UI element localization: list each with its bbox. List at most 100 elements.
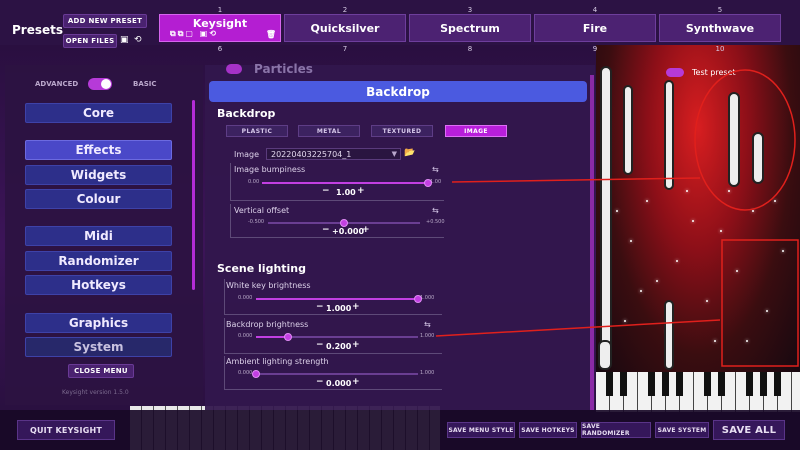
decrement-button[interactable]: −: [316, 377, 324, 387]
preset-name: Synthwave: [685, 21, 755, 35]
sparkle: [714, 340, 716, 342]
black-key: [718, 372, 725, 396]
preset-card-quicksilver[interactable]: Quicksilver: [284, 14, 406, 42]
tab-image[interactable]: IMAGE: [445, 125, 507, 137]
preset-number: 10: [715, 45, 725, 53]
menu-item-hotkeys[interactable]: Hotkeys: [25, 275, 172, 295]
add-new-preset-button[interactable]: ADD NEW PRESET: [63, 14, 147, 28]
ambient-label: Ambient lighting strength: [226, 357, 329, 366]
image-value: 20220403225704_1: [271, 149, 352, 159]
note-bar: [728, 92, 740, 187]
black-key: [648, 372, 655, 396]
test-preset-toggle[interactable]: [666, 68, 684, 77]
sparkle: [676, 260, 678, 262]
tab-metal[interactable]: METAL: [298, 125, 360, 137]
save-randomizer-button[interactable]: SAVE RANDOMIZER: [581, 422, 651, 438]
reset-icon[interactable]: ⇆: [432, 206, 439, 215]
white-key-value: 1.000: [326, 304, 352, 313]
ambient-knob[interactable]: [252, 370, 260, 378]
black-key: [704, 372, 711, 396]
basic-label: BASIC: [133, 80, 157, 88]
menu-item-system[interactable]: System: [25, 337, 172, 357]
trash-icon[interactable]: 🗑: [266, 30, 276, 39]
menu-item-widgets[interactable]: Widgets: [25, 165, 172, 185]
sparkle: [736, 270, 738, 272]
panel-scrollbar[interactable]: [590, 75, 594, 410]
white-key-label: White key brightness: [226, 281, 311, 290]
backdrop-section-header[interactable]: Backdrop: [209, 81, 587, 102]
save-icon[interactable]: ▣: [120, 35, 129, 45]
offset-max: +0.500: [426, 219, 445, 225]
note-bar: [600, 66, 612, 366]
refresh-icon[interactable]: ⟲: [134, 35, 142, 45]
offset-value: +0.000: [332, 227, 365, 236]
bumpiness-fill: [262, 182, 428, 184]
ambient-track[interactable]: [256, 373, 418, 375]
preset-card-spectrum[interactable]: Spectrum: [409, 14, 531, 42]
sparkle: [752, 210, 754, 212]
black-key: [746, 372, 753, 396]
menu-scrollbar[interactable]: [192, 100, 195, 290]
sparkle: [720, 230, 722, 232]
bumpiness-knob[interactable]: [424, 179, 432, 187]
preset-number: 6: [217, 45, 223, 53]
menu-item-core[interactable]: Core: [25, 103, 172, 123]
preset-number: 8: [467, 45, 473, 53]
decrement-button[interactable]: −: [316, 340, 324, 350]
ambient-min: 0.000: [238, 370, 253, 376]
preset-number: 9: [592, 45, 598, 53]
image-dropdown[interactable]: 20220403225704_1 ▼: [266, 148, 401, 160]
decrement-button[interactable]: −: [322, 186, 330, 196]
reset-icon[interactable]: ⇆: [424, 320, 431, 329]
advanced-basic-toggle[interactable]: [88, 78, 112, 90]
open-files-button[interactable]: OPEN FILES: [63, 34, 117, 48]
bumpiness-label: Image bumpiness: [234, 165, 306, 174]
menu-item-colour[interactable]: Colour: [25, 189, 172, 209]
decrement-button[interactable]: −: [316, 302, 324, 312]
increment-button[interactable]: +: [352, 340, 360, 350]
sparkle: [640, 290, 642, 292]
menu-item-graphics[interactable]: Graphics: [25, 313, 172, 333]
preset-name: Quicksilver: [310, 21, 380, 35]
sparkle: [692, 220, 694, 222]
black-key: [662, 372, 669, 396]
close-menu-button[interactable]: CLOSE MENU: [68, 364, 134, 378]
menu-item-midi[interactable]: Midi: [25, 226, 172, 246]
decrement-button[interactable]: −: [322, 225, 330, 235]
particles-section-header[interactable]: Particles: [210, 62, 590, 76]
preset-card-fire[interactable]: Fire: [534, 14, 656, 42]
offset-knob[interactable]: [340, 219, 348, 227]
increment-button[interactable]: +: [352, 377, 360, 387]
save-all-button[interactable]: SAVE ALL: [713, 420, 785, 440]
preset-name: Spectrum: [440, 21, 500, 35]
sparkle: [774, 200, 776, 202]
increment-button[interactable]: +: [352, 302, 360, 312]
tab-plastic[interactable]: PLASTIC: [226, 125, 288, 137]
ambient-max: 1.000: [420, 370, 435, 376]
preset-name: Fire: [582, 21, 608, 35]
white-key-max: 1.000: [420, 295, 435, 301]
preset-action-icons[interactable]: ⧉⧉▢ ▣⟲: [170, 29, 218, 39]
preset-card-keysight[interactable]: Keysight ⧉⧉▢ ▣⟲ 🗑: [159, 14, 281, 42]
tab-textured[interactable]: TEXTURED: [371, 125, 433, 137]
menu-item-randomizer[interactable]: Randomizer: [25, 251, 172, 271]
white-key-knob[interactable]: [414, 295, 422, 303]
folder-icon[interactable]: 📂: [404, 148, 415, 158]
save-hotkeys-button[interactable]: SAVE HOTKEYS: [519, 422, 577, 438]
quit-button[interactable]: QUIT KEYSIGHT: [17, 420, 115, 440]
save-menu-style-button[interactable]: SAVE MENU STYLE: [447, 422, 515, 438]
menu-item-effects[interactable]: Effects: [25, 140, 172, 160]
preset-card-synthwave[interactable]: Synthwave: [659, 14, 781, 42]
increment-button[interactable]: +: [357, 186, 365, 196]
sparkle: [728, 190, 730, 192]
backdrop-brightness-min: 0.000: [238, 333, 253, 339]
preset-number: 3: [467, 6, 473, 14]
ambient-value: 0.000: [326, 379, 352, 388]
preset-number: 5: [717, 6, 723, 14]
increment-button[interactable]: +: [362, 225, 370, 235]
sparkle: [686, 190, 688, 192]
version-label: Keysight version 1.5.0: [62, 389, 129, 396]
note-bar: [598, 340, 612, 370]
save-system-button[interactable]: SAVE SYSTEM: [655, 422, 709, 438]
reset-icon[interactable]: ⇆: [432, 165, 439, 174]
